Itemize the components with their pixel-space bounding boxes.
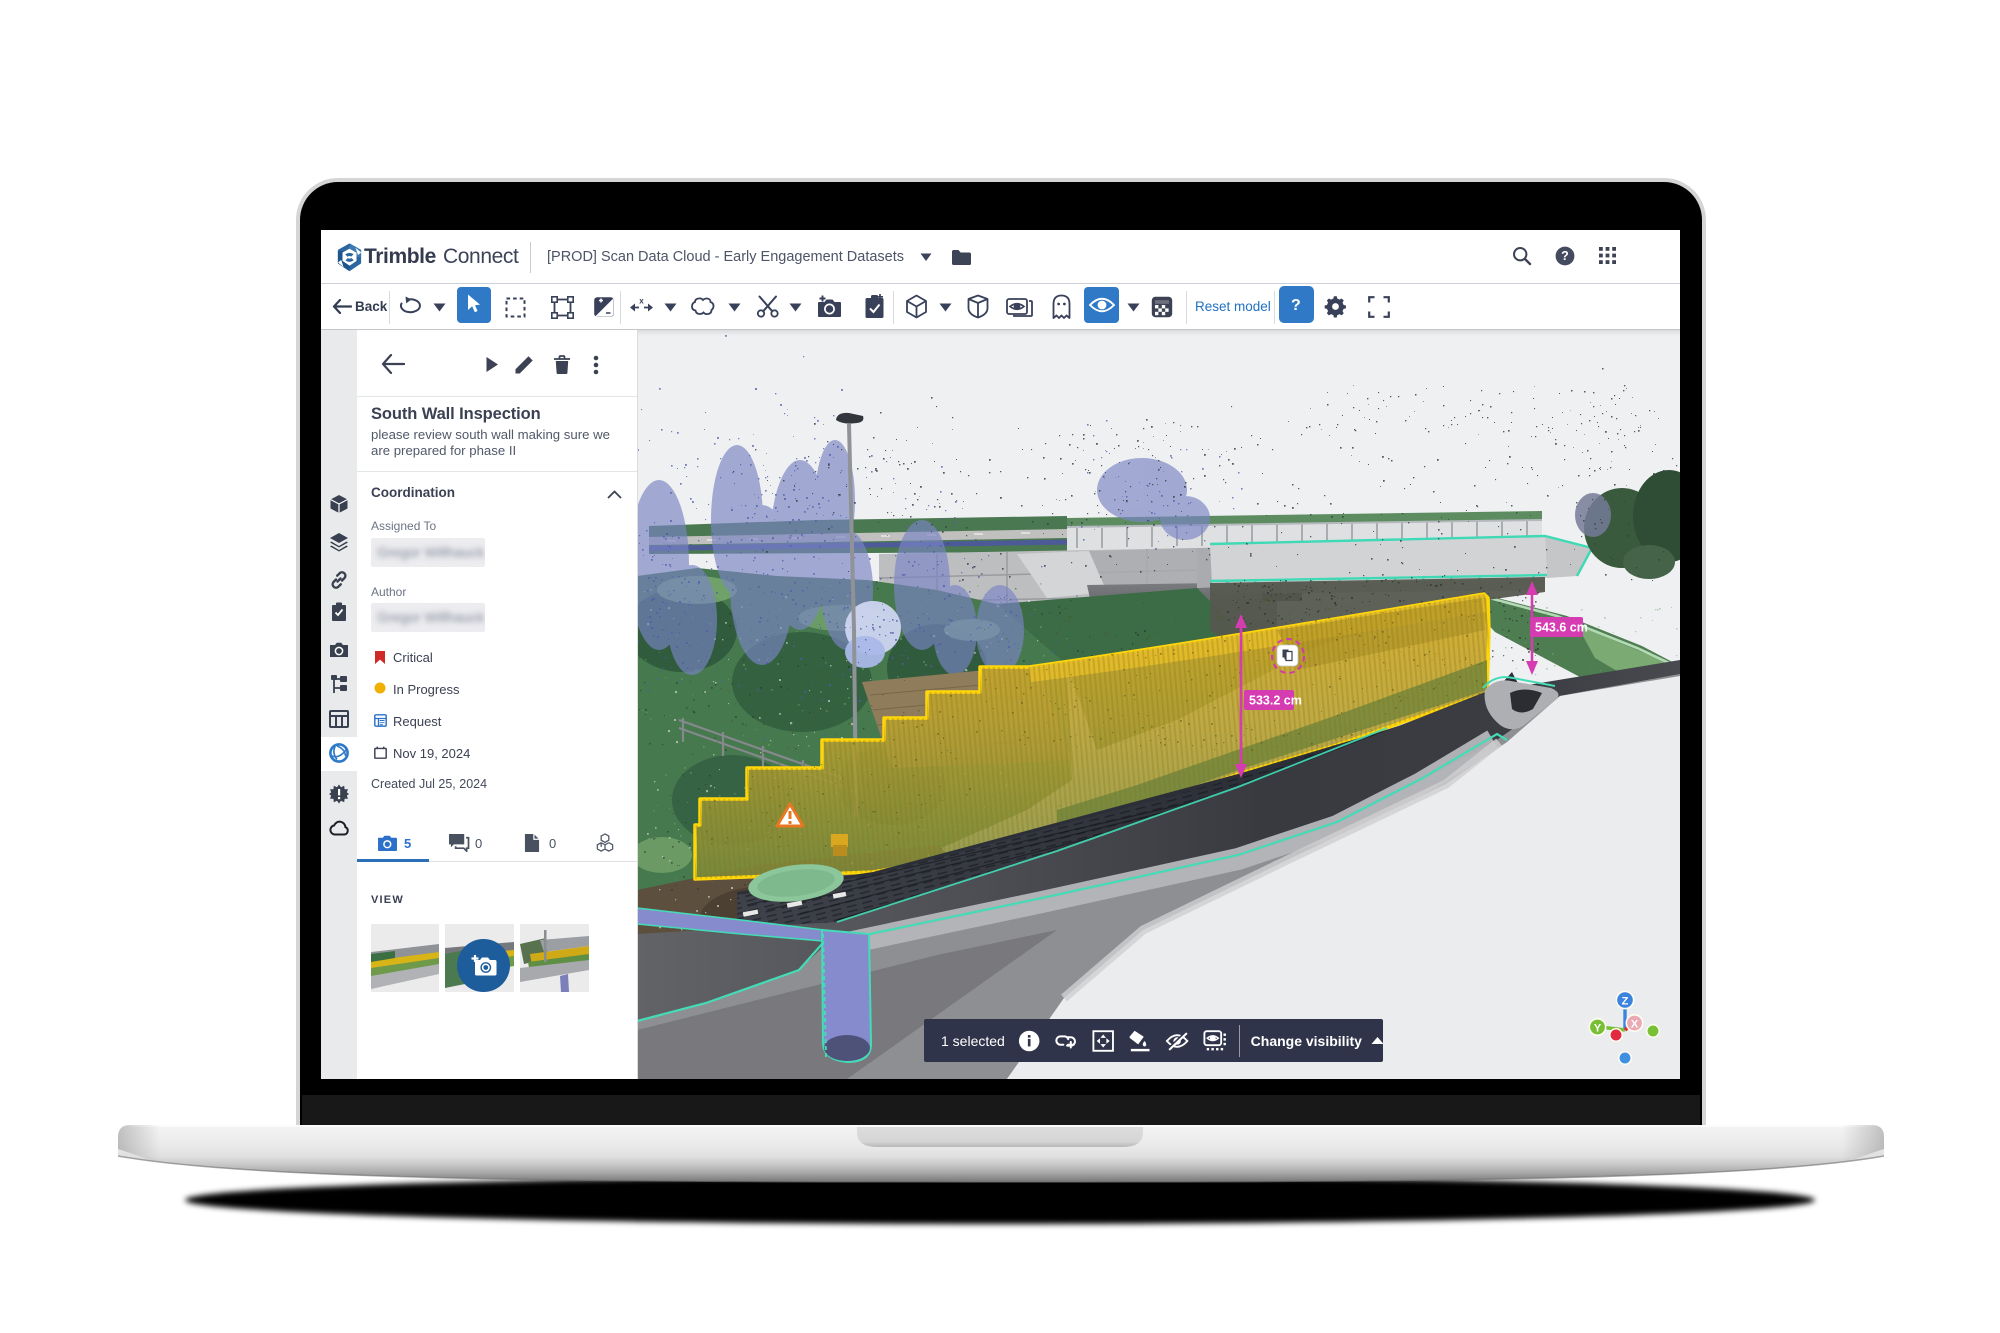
svg-text:Y: Y: [1594, 1023, 1602, 1035]
svg-text:543.6 cm: 543.6 cm: [1535, 621, 1588, 635]
svg-text:x: x: [639, 298, 644, 306]
svg-text:?: ?: [1561, 249, 1569, 263]
svg-text:Z: Z: [1622, 996, 1629, 1008]
svg-text:533.2 cm: 533.2 cm: [1249, 694, 1302, 708]
svg-text:X: X: [1631, 1019, 1639, 1031]
